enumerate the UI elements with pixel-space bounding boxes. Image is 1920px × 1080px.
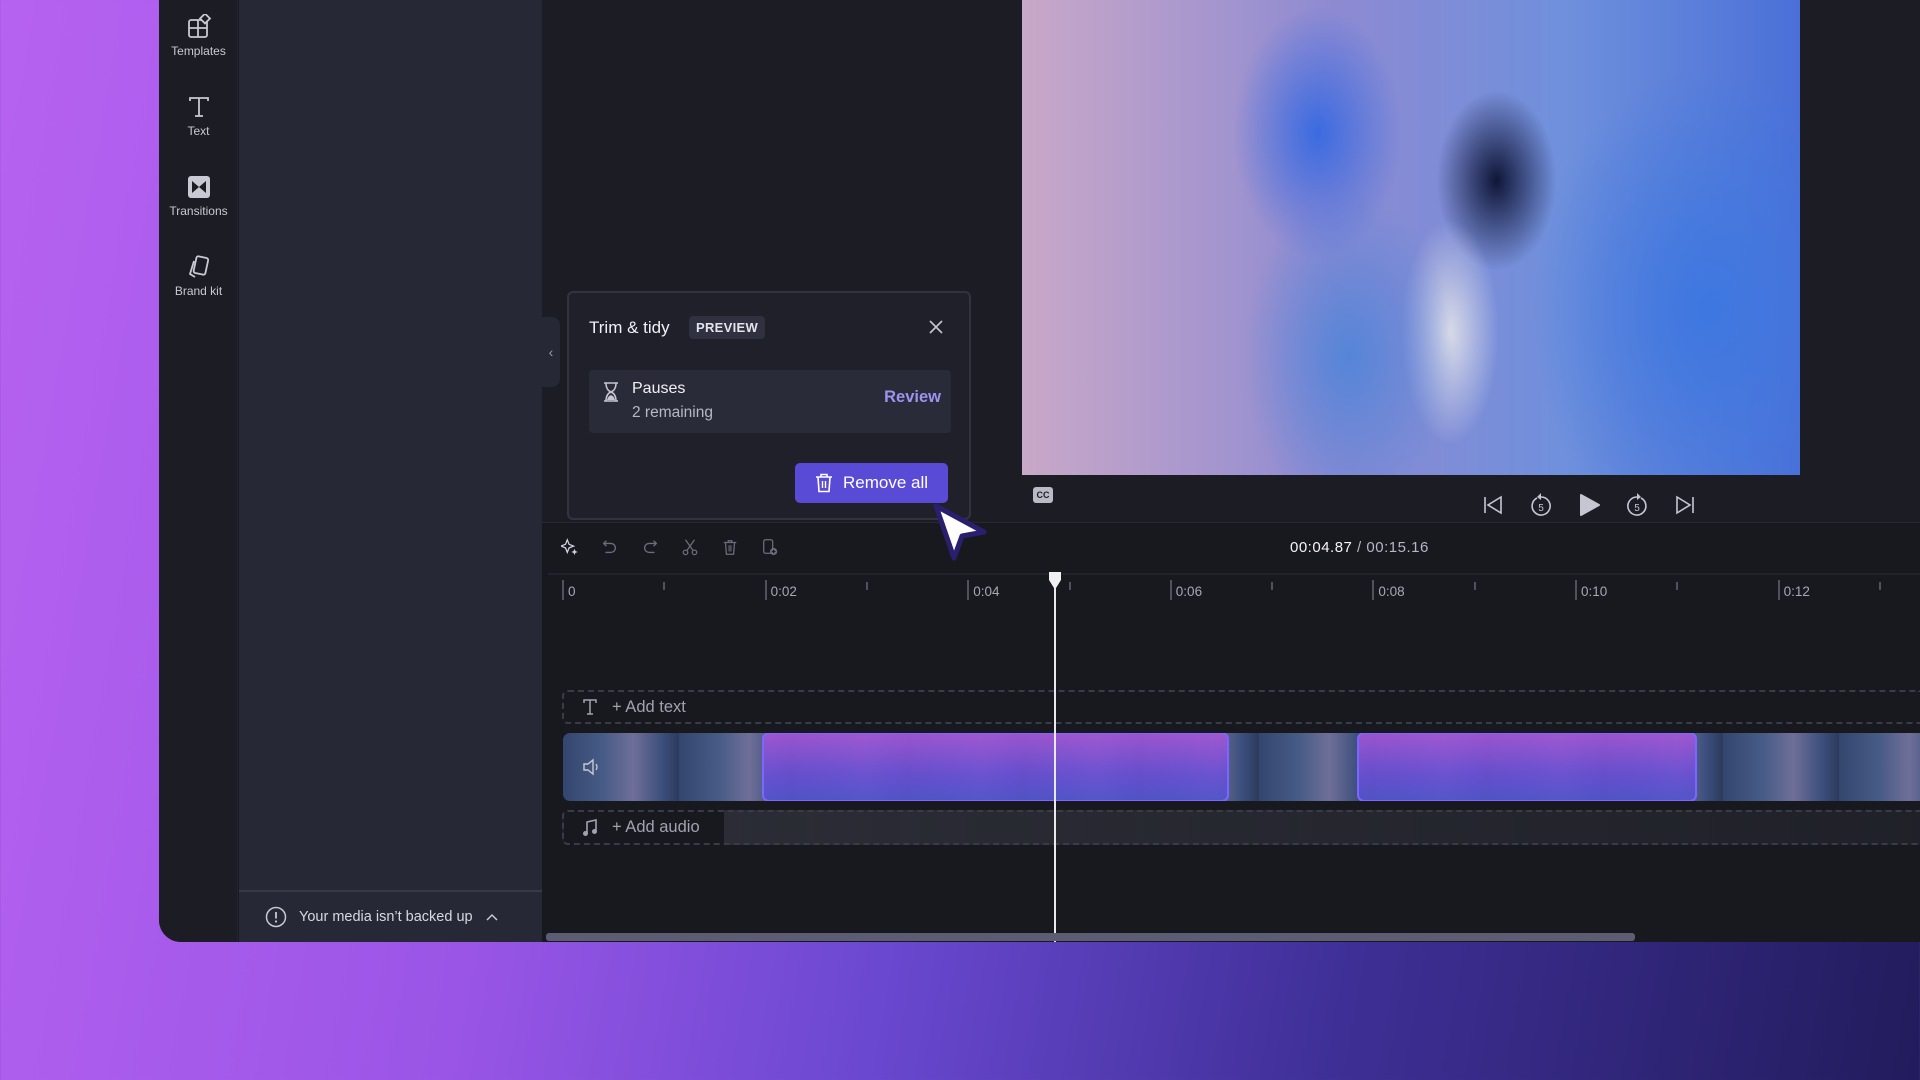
rail-label: Text — [187, 124, 210, 138]
ruler-label: 0:12 — [1783, 584, 1810, 599]
rail-item-templates[interactable]: Templates — [159, 14, 238, 58]
video-preview[interactable] — [1022, 0, 1800, 475]
video-track[interactable] — [563, 733, 1920, 801]
popup-title: Trim & tidy — [589, 318, 670, 337]
ruler-minor-tick — [865, 582, 868, 590]
ruler-label: 0:06 — [1175, 584, 1203, 599]
ruler-label: 0:02 — [770, 584, 797, 599]
rail-item-transitions[interactable]: Transitions — [159, 174, 238, 218]
play-icon — [1580, 494, 1600, 516]
transitions-icon — [187, 176, 210, 198]
side-panel: Your media isn’t backed up — [239, 0, 542, 942]
time-separator: / — [1352, 539, 1367, 556]
trash-icon — [815, 473, 832, 493]
ruler-major-tick — [1777, 580, 1780, 600]
brand-kit-icon — [188, 255, 209, 278]
timeline-scrollbar[interactable] — [546, 933, 1635, 941]
rewind-5-button[interactable]: 5 — [1528, 492, 1554, 518]
trim-and-tidy-popup: Trim & tidy PREVIEW Pauses 2 remaining R… — [567, 291, 971, 520]
skip-to-end-button[interactable] — [1672, 492, 1698, 518]
review-link[interactable]: Review — [884, 388, 941, 407]
cc-icon: CC — [1036, 490, 1050, 500]
timeline-toolbar — [561, 537, 779, 557]
remove-all-button[interactable]: Remove all — [795, 463, 948, 503]
ruler-major-tick — [1169, 580, 1172, 600]
collapse-panel-button[interactable]: ‹ — [542, 317, 560, 387]
text-icon — [188, 97, 209, 117]
ruler-label: 0:08 — [1378, 584, 1405, 599]
ruler-major-tick — [1575, 580, 1577, 600]
ruler-major-tick — [764, 580, 767, 600]
skip-to-end-icon — [1676, 495, 1694, 515]
skip-to-start-button[interactable] — [1480, 492, 1506, 518]
redo-icon[interactable] — [641, 537, 659, 557]
rail-label: Templates — [171, 44, 226, 58]
undo-icon[interactable] — [601, 537, 619, 557]
chevron-up-icon[interactable] — [485, 912, 499, 922]
mouse-cursor-icon — [933, 503, 987, 561]
ruler-major-tick — [562, 580, 564, 600]
ruler-minor-tick — [1271, 582, 1274, 590]
ruler-minor-tick — [1676, 582, 1679, 590]
templates-icon — [187, 14, 211, 38]
rail-item-brand-kit[interactable]: Brand kit — [159, 254, 238, 298]
rail-item-text[interactable]: Text — [159, 94, 238, 138]
music-note-icon — [583, 818, 597, 836]
ruler-minor-tick — [1878, 582, 1881, 590]
add-text-label: + Add text — [612, 697, 686, 716]
ruler-label: 0:04 — [973, 584, 1000, 599]
duplicate-icon[interactable] — [761, 537, 779, 557]
ruler-minor-tick — [1473, 582, 1476, 590]
backup-status[interactable]: Your media isn’t backed up — [239, 890, 542, 942]
ruler-label: 0:10 — [1581, 584, 1608, 599]
ruler-major-tick — [1372, 580, 1375, 600]
current-time: 00:04.87 — [1290, 539, 1353, 556]
chevron-left-icon: ‹ — [548, 344, 554, 360]
timecode: 00:04.87 / 00:15.16 — [1290, 539, 1429, 556]
total-time: 00:15.16 — [1366, 539, 1429, 556]
remove-all-label: Remove all — [842, 473, 929, 492]
forward-5-icon: 5 — [1627, 493, 1647, 516]
ruler-major-tick — [967, 580, 970, 600]
forward-seconds: 5 — [1634, 503, 1640, 514]
rewind-seconds: 5 — [1538, 503, 1544, 514]
time-ruler[interactable]: 0 0:02 0:04 0:06 0:08 0:10 0:12 — [548, 573, 1920, 603]
ruler-minor-tick — [663, 582, 666, 590]
rewind-5-icon: 5 — [1531, 493, 1551, 516]
ruler-label: 0 — [568, 584, 576, 599]
pauses-count: 2 remaining — [632, 404, 713, 421]
ai-tools-icon[interactable] — [561, 537, 579, 557]
add-text-track[interactable]: + Add text — [562, 690, 1920, 724]
captions-button[interactable]: CC — [1033, 487, 1053, 503]
play-button[interactable] — [1576, 492, 1602, 518]
pauses-card: Pauses 2 remaining Review — [589, 370, 951, 433]
forward-5-button[interactable]: 5 — [1624, 492, 1650, 518]
volume-icon[interactable] — [581, 757, 603, 777]
warning-icon — [265, 906, 287, 928]
add-audio-label: + Add audio — [612, 818, 700, 836]
preview-badge: PREVIEW — [689, 316, 766, 339]
backup-status-text: Your media isn’t backed up — [299, 909, 473, 925]
pause-segment[interactable] — [761, 733, 1229, 801]
pause-segment[interactable] — [1357, 733, 1697, 801]
rail-label: Brand kit — [174, 284, 223, 298]
playhead[interactable] — [1054, 575, 1057, 942]
left-rail: Templates Text Transitions Brand kit — [159, 0, 238, 942]
text-icon — [583, 699, 597, 715]
skip-to-start-icon — [1484, 495, 1502, 515]
playhead-handle[interactable] — [1047, 571, 1063, 591]
pauses-title: Pauses — [632, 380, 686, 397]
hourglass-icon — [604, 382, 618, 402]
rail-label: Transitions — [169, 204, 228, 218]
scissors-icon[interactable] — [681, 537, 699, 557]
ruler-minor-tick — [1068, 582, 1071, 590]
add-audio-track[interactable]: + Add audio — [562, 810, 1920, 845]
close-icon[interactable] — [927, 318, 945, 336]
trash-icon[interactable] — [721, 537, 739, 557]
